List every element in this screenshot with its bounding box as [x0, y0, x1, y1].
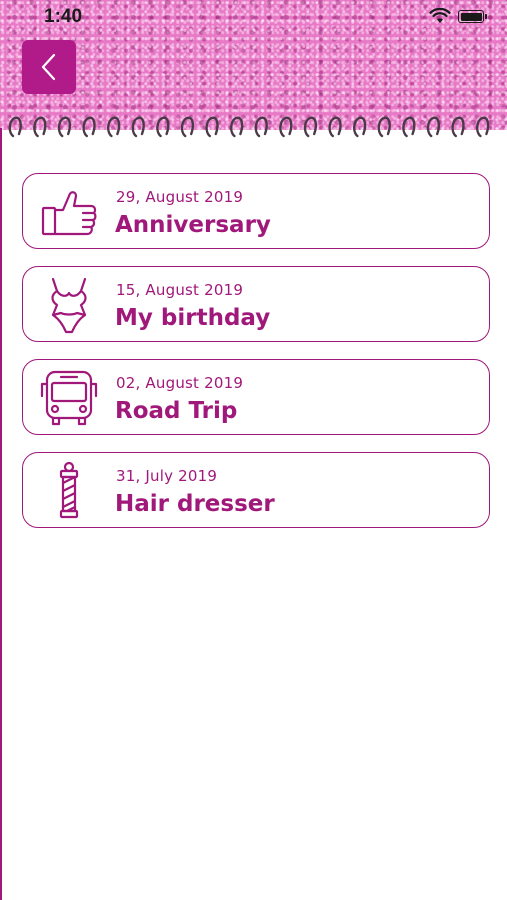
- spiral-ring: [353, 116, 367, 138]
- spiral-ring: [254, 116, 268, 138]
- spiral-ring: [230, 116, 244, 138]
- barber-pole-icon: [39, 461, 99, 521]
- spiral-ring: [476, 116, 490, 138]
- spiral-ring: [402, 116, 416, 138]
- spiral-ring: [57, 116, 72, 138]
- event-date: 15, August 2019: [116, 281, 244, 299]
- event-date: 02, August 2019: [116, 374, 244, 392]
- status-bar: 1:40: [0, 0, 507, 34]
- back-button[interactable]: [22, 40, 76, 94]
- event-date: 31, July 2019: [116, 467, 218, 485]
- spiral-ring: [131, 116, 145, 138]
- event-card[interactable]: 02, August 2019 Road Trip: [22, 359, 490, 435]
- event-card[interactable]: 29, August 2019 Anniversary: [22, 173, 490, 249]
- spiral-ring: [328, 116, 342, 138]
- spiral-ring: [156, 116, 170, 138]
- spiral-ring: [451, 116, 465, 138]
- spiral-ring: [279, 116, 293, 138]
- event-title: Hair dresser: [115, 491, 275, 517]
- swimsuit-icon: [39, 275, 99, 335]
- notebook-spiral-binding: [8, 116, 490, 138]
- event-date: 29, August 2019: [116, 188, 244, 206]
- chevron-left-icon: [41, 53, 56, 81]
- bus-icon: [39, 368, 99, 428]
- spiral-ring: [303, 116, 318, 138]
- event-title: Road Trip: [115, 398, 238, 424]
- spiral-ring: [377, 116, 391, 138]
- battery-icon: [458, 10, 487, 23]
- event-card[interactable]: 15, August 2019 My birthday: [22, 266, 490, 342]
- spiral-ring: [205, 116, 219, 138]
- event-title: My birthday: [115, 305, 271, 331]
- spiral-ring: [8, 116, 22, 138]
- thumbs-up-icon: [39, 182, 99, 242]
- spiral-ring: [33, 116, 47, 138]
- event-card[interactable]: 31, July 2019 Hair dresser: [22, 452, 490, 528]
- spiral-ring: [82, 116, 96, 138]
- spiral-ring: [426, 116, 441, 138]
- event-title: Anniversary: [115, 212, 271, 238]
- status-time: 1:40: [44, 6, 83, 27]
- wifi-icon: [429, 8, 451, 23]
- notebook-margin-line: [0, 128, 2, 900]
- spiral-ring: [180, 116, 195, 138]
- spiral-ring: [107, 116, 121, 138]
